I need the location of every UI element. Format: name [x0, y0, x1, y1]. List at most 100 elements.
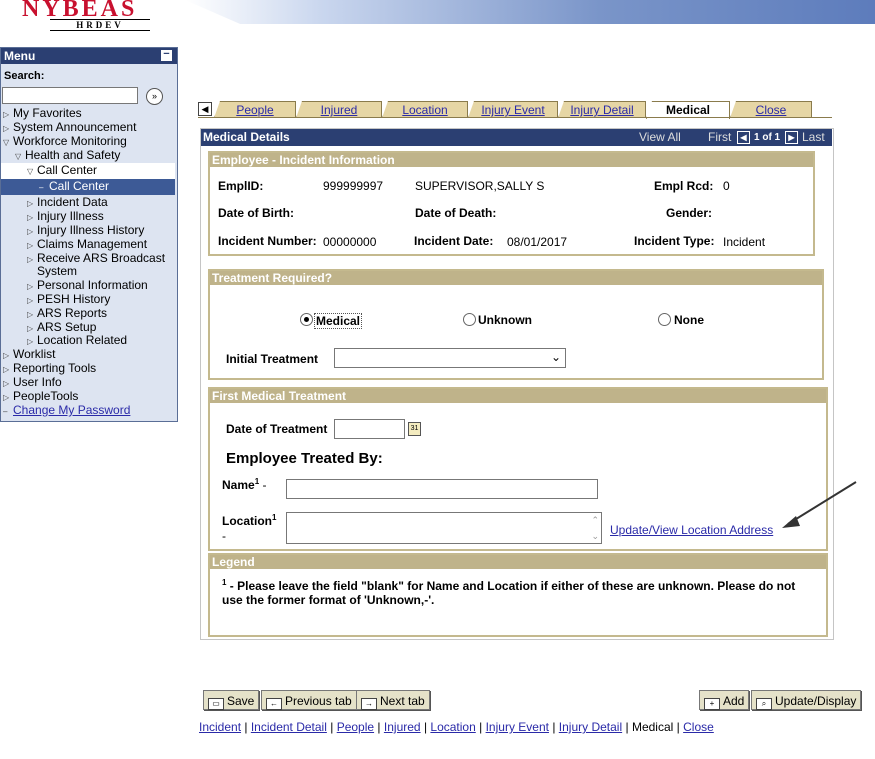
- chevron-down-icon: ⌄: [550, 350, 561, 364]
- incident-number-value: 00000000: [323, 235, 377, 249]
- empl-rcd-value: 0: [723, 179, 730, 193]
- radio-medical-label[interactable]: Medical: [314, 313, 363, 329]
- update-view-location-address-link[interactable]: Update/View Location Address: [610, 523, 773, 537]
- link-close[interactable]: Close: [683, 720, 714, 734]
- link-separator: |: [377, 720, 381, 734]
- link-separator: |: [423, 720, 428, 734]
- tab-injury-detail[interactable]: Injury Detail: [558, 101, 646, 118]
- treatment-required-group: Treatment Required? Medical Unknown None…: [208, 269, 824, 380]
- date-of-treatment-label: Date of Treatment: [226, 422, 328, 436]
- empl-rcd-label: Empl Rcd:: [654, 179, 714, 193]
- menu-item-call-center[interactable]: – Call Center: [1, 179, 175, 195]
- panel-title: Medical Details: [203, 130, 290, 144]
- tab-people[interactable]: People: [214, 101, 296, 118]
- calendar-icon[interactable]: 31: [408, 422, 421, 436]
- incident-type-label: Incident Type:: [634, 234, 715, 248]
- page-tabs: People Injured Location Injury Event Inj…: [198, 101, 838, 119]
- add-icon: +: [704, 698, 720, 710]
- radio-none[interactable]: [658, 313, 671, 326]
- radio-none-label[interactable]: None: [674, 313, 704, 327]
- last-link[interactable]: Last: [802, 129, 825, 146]
- legend-group: Legend 1 - Please leave the field "blank…: [208, 553, 828, 637]
- panel-header: Medical Details View All First ◀ 1 of 1 …: [201, 129, 832, 146]
- incident-number-label: Incident Number:: [218, 234, 317, 248]
- bottom-page-links: Incident | Incident Detail | People | In…: [199, 720, 714, 734]
- first-link[interactable]: First: [708, 129, 731, 146]
- minimize-icon[interactable]: −: [161, 49, 172, 61]
- link-separator: |: [552, 720, 556, 734]
- initial-treatment-label: Initial Treatment: [226, 352, 319, 366]
- menu-header: Menu −: [1, 48, 177, 64]
- search-icon: ⌕: [756, 698, 772, 710]
- tab-location[interactable]: Location: [382, 101, 468, 118]
- location-dash: -: [222, 529, 226, 543]
- link-injured[interactable]: Injured: [384, 720, 421, 734]
- link-people[interactable]: People: [337, 720, 374, 734]
- navigation-menu: Menu − Search: » ▷ My Favorites ▷ System A…: [0, 47, 178, 422]
- emplid-label: EmplID:: [218, 179, 264, 193]
- tab-injury-event[interactable]: Injury Event: [468, 101, 558, 118]
- tab-divider: [198, 117, 832, 118]
- emplid-value: 999999997: [323, 179, 384, 193]
- annotation-arrow-icon: [782, 481, 857, 528]
- employee-incident-group: Employee - Incident Information EmplID: …: [208, 151, 815, 256]
- dob-label: Date of Birth:: [218, 206, 294, 220]
- treated-by-location-textarea[interactable]: ⌃ ⌄: [286, 512, 602, 544]
- environment-label: HRDEV: [50, 19, 150, 31]
- location-label: Location1: [222, 513, 277, 528]
- link-incident-detail[interactable]: Incident Detail: [251, 720, 327, 734]
- treated-by-name-input[interactable]: [286, 479, 598, 499]
- initial-treatment-select[interactable]: ⌄: [334, 348, 566, 368]
- menu-title: Menu: [4, 49, 36, 63]
- radio-unknown[interactable]: [463, 313, 476, 326]
- first-medical-treatment-group: First Medical Treatment Date of Treatmen…: [208, 387, 828, 551]
- update-display-button[interactable]: ⌕ Update/Display: [751, 690, 862, 710]
- last-icon[interactable]: ▶: [785, 131, 798, 144]
- incident-type-value: Incident: [723, 235, 766, 249]
- arrow-left-icon: ←: [266, 698, 282, 710]
- link-separator: |: [330, 720, 334, 734]
- scroll-down-icon[interactable]: ⌄: [591, 529, 599, 543]
- name-label: Name1 -: [222, 477, 267, 492]
- incident-date-value: 08/01/2017: [507, 235, 568, 249]
- link-separator: |: [479, 720, 483, 734]
- legend-text: 1 - Please leave the field "blank" for N…: [222, 578, 796, 607]
- treatment-required-title: Treatment Required?: [210, 271, 822, 285]
- menu-item-call-center-folder[interactable]: ▽ Call Center: [1, 163, 175, 179]
- menu-item-receive-ars-broadcast-cont[interactable]: System: [37, 264, 77, 278]
- link-injury-event[interactable]: Injury Event: [486, 720, 549, 734]
- radio-medical[interactable]: [300, 313, 313, 326]
- next-tab-button[interactable]: → Next tab: [356, 690, 430, 710]
- radio-unknown-label[interactable]: Unknown: [478, 313, 532, 327]
- save-icon: ▭: [208, 698, 224, 710]
- legend-title: Legend: [210, 555, 826, 569]
- link-injury-detail[interactable]: Injury Detail: [559, 720, 622, 734]
- menu-item-health-and-safety[interactable]: ▽ Health and Safety: [15, 148, 120, 164]
- dod-label: Date of Death:: [415, 206, 497, 220]
- save-button[interactable]: ▭ Save: [203, 690, 260, 710]
- add-button[interactable]: + Add: [699, 690, 750, 710]
- view-all-link[interactable]: View All: [639, 129, 681, 146]
- tab-close[interactable]: Close: [730, 101, 812, 118]
- tab-injured[interactable]: Injured: [296, 101, 382, 118]
- employee-incident-title: Employee - Incident Information: [210, 153, 813, 167]
- link-medical-current: Medical: [631, 720, 674, 734]
- link-incident[interactable]: Incident: [199, 720, 241, 734]
- search-go-icon[interactable]: »: [146, 88, 163, 105]
- link-location[interactable]: Location: [430, 720, 475, 734]
- link-separator: |: [625, 720, 629, 734]
- scroll-up-icon[interactable]: ⌃: [591, 513, 599, 527]
- row-count: 1 of 1: [754, 132, 781, 143]
- arrow-right-icon: →: [361, 698, 377, 710]
- gender-label: Gender:: [666, 206, 713, 220]
- first-icon[interactable]: ◀: [737, 131, 750, 144]
- first-medical-treatment-title: First Medical Treatment: [210, 389, 826, 403]
- menu-search-input[interactable]: [2, 87, 138, 104]
- employee-name: SUPERVISOR,SALLY S: [415, 179, 545, 193]
- date-of-treatment-input[interactable]: [334, 419, 405, 439]
- menu-item-change-password[interactable]: – Change My Password: [3, 403, 130, 419]
- previous-tab-button[interactable]: ← Previous tab: [261, 690, 357, 710]
- link-separator: |: [676, 720, 680, 734]
- incident-date-label: Incident Date:: [414, 234, 494, 248]
- search-label: Search:: [4, 70, 45, 82]
